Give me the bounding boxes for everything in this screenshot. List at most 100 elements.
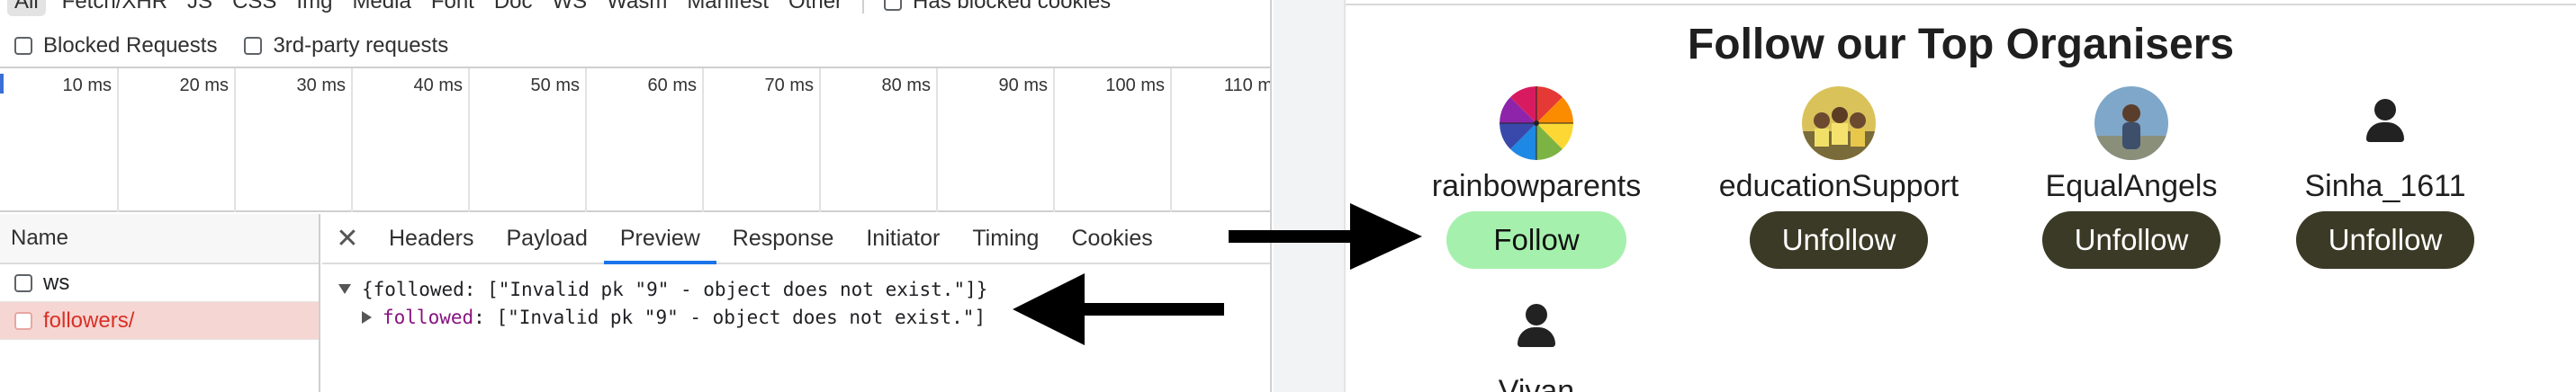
- request-options-row: Blocked Requests 3rd-party requests: [0, 31, 1270, 61]
- organiser-name[interactable]: Sinha_1611: [2250, 169, 2520, 204]
- page-title: Follow our Top Organisers: [1687, 21, 2235, 68]
- person-icon-head: [2374, 99, 2396, 120]
- follow-button[interactable]: Follow: [1446, 211, 1626, 269]
- web-page: Follow our Top Organisers rainbowparents: [1274, 0, 2576, 392]
- json-key: followed: [383, 306, 474, 328]
- timeline-tick-label: 100 ms: [1105, 76, 1165, 95]
- resource-type-filter-bar: All Fetch/XHR JS CSS Img Media Font Doc …: [0, 0, 1270, 16]
- tab-timing[interactable]: Timing: [956, 214, 1055, 263]
- timeline-gridline: [234, 68, 236, 212]
- tab-headers[interactable]: Headers: [373, 214, 491, 263]
- json-property-line[interactable]: followed: ["Invalid pk "9" - object does…: [322, 303, 1270, 331]
- third-party-checkbox[interactable]: [244, 37, 263, 55]
- timeline-tick-label: 20 ms: [179, 76, 229, 95]
- close-icon[interactable]: ✕: [322, 214, 373, 263]
- tab-initiator[interactable]: Initiator: [850, 214, 956, 263]
- organiser-name[interactable]: rainbowparents: [1401, 169, 1671, 204]
- filter-js[interactable]: JS: [187, 0, 212, 14]
- request-detail-pane: ✕ Headers Payload Preview Response Initi…: [322, 214, 1270, 392]
- unfollow-button[interactable]: Unfollow: [1749, 211, 1929, 269]
- person-icon-body: [2366, 122, 2404, 142]
- json-preview: {followed: ["Invalid pk "9" - object doe…: [322, 264, 1270, 331]
- tab-preview[interactable]: Preview: [603, 214, 716, 264]
- filter-fetch-xhr[interactable]: Fetch/XHR: [62, 0, 167, 14]
- timeline-gridline: [1053, 68, 1055, 212]
- person-icon[interactable]: [2348, 86, 2422, 160]
- filter-font[interactable]: Font: [431, 0, 474, 14]
- filter-doc[interactable]: Doc: [494, 0, 533, 14]
- person-icon-body: [1518, 327, 1555, 347]
- json-value: : ["Invalid pk "9" - object does not exi…: [473, 306, 986, 328]
- request-row-followers[interactable]: followers/: [0, 302, 319, 340]
- organiser-card: rainbowparents Follow: [1401, 86, 1671, 269]
- person-icon-head: [1526, 304, 1547, 325]
- expand-triangle-icon[interactable]: [362, 310, 372, 324]
- person-photo-avatar[interactable]: [2094, 86, 2168, 160]
- timeline-tick-label: 70 ms: [764, 76, 814, 95]
- blocked-requests-checkbox[interactable]: [14, 37, 32, 55]
- filter-all[interactable]: All: [7, 0, 46, 16]
- timeline-tick-label: 60 ms: [647, 76, 697, 95]
- timeline-tick-label: 10 ms: [62, 76, 112, 95]
- organiser-name[interactable]: educationSupport: [1704, 169, 1974, 204]
- rainbow-umbrella-icon: [1500, 86, 1573, 160]
- timeline-gridline: [819, 68, 821, 212]
- rainbow-umbrella-avatar[interactable]: [1500, 86, 1573, 160]
- page-side-gutter: [1274, 0, 1346, 392]
- group-photo-avatar[interactable]: [1802, 86, 1876, 160]
- timeline-tick-label: 40 ms: [413, 76, 463, 95]
- tab-payload[interactable]: Payload: [491, 214, 604, 263]
- blocked-requests-option[interactable]: Blocked Requests: [14, 33, 217, 58]
- filter-divider: [862, 0, 865, 13]
- timeline-tick-label: 110 ms: [1223, 76, 1272, 95]
- group-photo-icon: [1802, 86, 1876, 160]
- organiser-card: Sinha_1611 Unfollow: [2250, 86, 2520, 269]
- has-blocked-cookies-checkbox[interactable]: [884, 0, 903, 11]
- filter-manifest[interactable]: Manifest: [687, 0, 769, 14]
- network-timeline-overview[interactable]: 10 ms 20 ms 30 ms 40 ms 50 ms 60 ms 70 ms 80 ms…: [0, 67, 1272, 212]
- timeline-gridline: [1170, 68, 1172, 212]
- organiser-card: educationSupport Unfollow: [1704, 86, 1974, 269]
- request-list: Name ws followers/: [0, 214, 320, 392]
- third-party-option[interactable]: 3rd-party requests: [244, 33, 448, 58]
- page-top-divider: [1346, 4, 2576, 5]
- json-root-line[interactable]: {followed: ["Invalid pk "9" - object doe…: [322, 275, 1270, 303]
- timeline-tick-label: 80 ms: [881, 76, 931, 95]
- unfollow-button[interactable]: Unfollow: [2041, 211, 2221, 269]
- timeline-gridline: [702, 68, 704, 212]
- detail-tab-bar: ✕ Headers Payload Preview Response Initi…: [322, 214, 1270, 264]
- timeline-gridline: [117, 68, 119, 212]
- filter-css[interactable]: CSS: [232, 0, 276, 14]
- request-name: followers/: [43, 307, 135, 333]
- organiser-name[interactable]: EqualAngels: [1996, 169, 2266, 204]
- request-checkbox[interactable]: [14, 311, 32, 330]
- timeline-gridline: [585, 68, 587, 212]
- request-checkbox[interactable]: [14, 273, 32, 292]
- organiser-card: Vivan: [1401, 291, 1671, 392]
- name-column-header[interactable]: Name: [0, 214, 319, 264]
- has-blocked-cookies-label: Has blocked cookies: [913, 0, 1112, 13]
- blocked-requests-label: Blocked Requests: [43, 33, 218, 58]
- person-photo-icon: [2094, 86, 2168, 160]
- timeline-tick-label: 50 ms: [530, 76, 580, 95]
- filter-media[interactable]: Media: [352, 0, 410, 14]
- timeline-tick-label: 90 ms: [998, 76, 1048, 95]
- organiser-card: EqualAngels Unfollow: [1996, 86, 2266, 269]
- timeline-gridline: [351, 68, 353, 212]
- unfollow-button[interactable]: Unfollow: [2295, 211, 2475, 269]
- request-row-ws[interactable]: ws: [0, 264, 319, 302]
- collapse-triangle-icon[interactable]: [338, 284, 351, 294]
- json-root-summary: {followed: ["Invalid pk "9" - object doe…: [362, 278, 988, 300]
- timeline-gridline: [936, 68, 938, 212]
- organiser-name[interactable]: Vivan: [1401, 374, 1671, 392]
- timeline-start-marker: [0, 74, 4, 94]
- filter-ws[interactable]: WS: [553, 0, 588, 14]
- timeline-tick-label: 30 ms: [296, 76, 346, 95]
- filter-other[interactable]: Other: [788, 0, 842, 14]
- tab-response[interactable]: Response: [716, 214, 851, 263]
- filter-img[interactable]: Img: [296, 0, 332, 14]
- timeline-gridline: [468, 68, 470, 212]
- person-icon[interactable]: [1500, 291, 1573, 365]
- filter-wasm[interactable]: Wasm: [607, 0, 667, 14]
- tab-cookies[interactable]: Cookies: [1055, 214, 1168, 263]
